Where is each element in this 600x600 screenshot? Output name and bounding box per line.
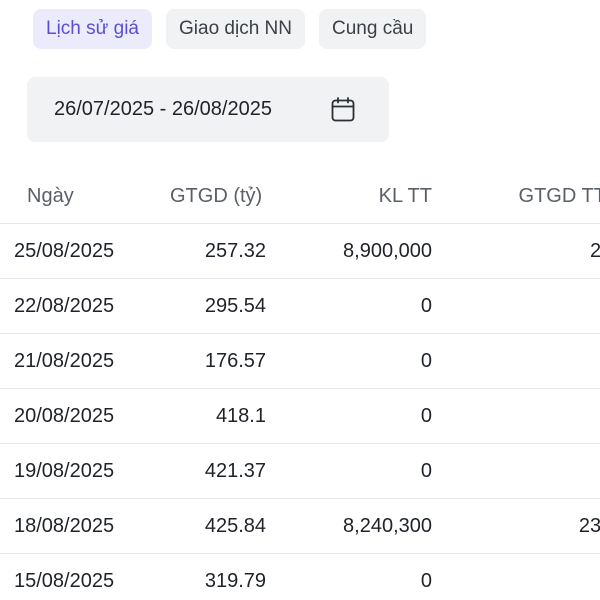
row-gtgd: 295.54 — [160, 278, 266, 334]
table-header-row: Ngày GTGD (tỷ) KL TT GTGD TT (tỷ) — [0, 170, 600, 224]
row-gtgdtt: 0 — [432, 388, 600, 444]
price-history-screen: Lịch sử giá Giao dịch NN Cung cầu 26/07/… — [0, 0, 600, 600]
row-kltt: 8,240,300 — [266, 498, 432, 554]
row-gtgdtt: 0 — [432, 443, 600, 499]
column-header-gtgd[interactable]: GTGD (tỷ) — [160, 170, 266, 224]
row-gtgd: 418.1 — [160, 388, 266, 444]
row-gtgdtt: 234.44 — [432, 498, 600, 554]
row-gtgd: 176.57 — [160, 333, 266, 389]
row-gtgd: 425.84 — [160, 498, 266, 554]
row-gtgdtt: 249.2 — [432, 223, 600, 279]
date-range-value: 26/07/2025 - 26/08/2025 — [54, 98, 272, 120]
row-gtgd: 319.79 — [160, 553, 266, 600]
column-header-date[interactable]: Ngày — [0, 170, 160, 224]
tab-bar: Lịch sử giá Giao dịch NN Cung cầu — [33, 9, 427, 49]
row-gtgd: 257.32 — [160, 223, 266, 279]
calendar-icon[interactable] — [331, 97, 355, 122]
row-kltt: 0 — [266, 553, 432, 600]
tab-foreign-trading[interactable]: Giao dịch NN — [166, 9, 305, 49]
tab-supply-demand[interactable]: Cung cầu — [319, 9, 427, 49]
row-kltt: 0 — [266, 443, 432, 499]
row-gtgdtt: 0 — [432, 333, 600, 389]
row-kltt: 8,900,000 — [266, 223, 432, 279]
table-row: 19/08/2025 421.37 0 0 — [0, 443, 600, 499]
table-row: 20/08/2025 418.1 0 0 — [0, 388, 600, 444]
row-gtgd: 421.37 — [160, 443, 266, 499]
tab-price-history[interactable]: Lịch sử giá — [33, 9, 152, 49]
column-header-kltt[interactable]: KL TT — [266, 170, 432, 224]
row-kltt: 0 — [266, 278, 432, 334]
row-date: 21/08/2025 — [0, 333, 160, 389]
price-history-table: Ngày GTGD (tỷ) KL TT GTGD TT (tỷ) 25/08/… — [0, 170, 600, 600]
table-row: 21/08/2025 176.57 0 0 — [0, 333, 600, 389]
row-kltt: 0 — [266, 333, 432, 389]
column-header-gtgdtt[interactable]: GTGD TT (tỷ) — [432, 170, 600, 224]
date-range-picker[interactable]: 26/07/2025 - 26/08/2025 — [27, 77, 389, 142]
row-kltt: 0 — [266, 388, 432, 444]
table-row: 18/08/2025 425.84 8,240,300 234.44 — [0, 498, 600, 554]
row-gtgdtt: 0 — [432, 553, 600, 600]
row-date: 18/08/2025 — [0, 498, 160, 554]
row-date: 20/08/2025 — [0, 388, 160, 444]
table-row: 22/08/2025 295.54 0 0 — [0, 278, 600, 334]
row-date: 22/08/2025 — [0, 278, 160, 334]
row-date: 25/08/2025 — [0, 223, 160, 279]
row-gtgdtt: 0 — [432, 278, 600, 334]
row-date: 19/08/2025 — [0, 443, 160, 499]
table-row: 15/08/2025 319.79 0 0 — [0, 553, 600, 600]
row-date: 15/08/2025 — [0, 553, 160, 600]
table-row: 25/08/2025 257.32 8,900,000 249.2 — [0, 223, 600, 279]
